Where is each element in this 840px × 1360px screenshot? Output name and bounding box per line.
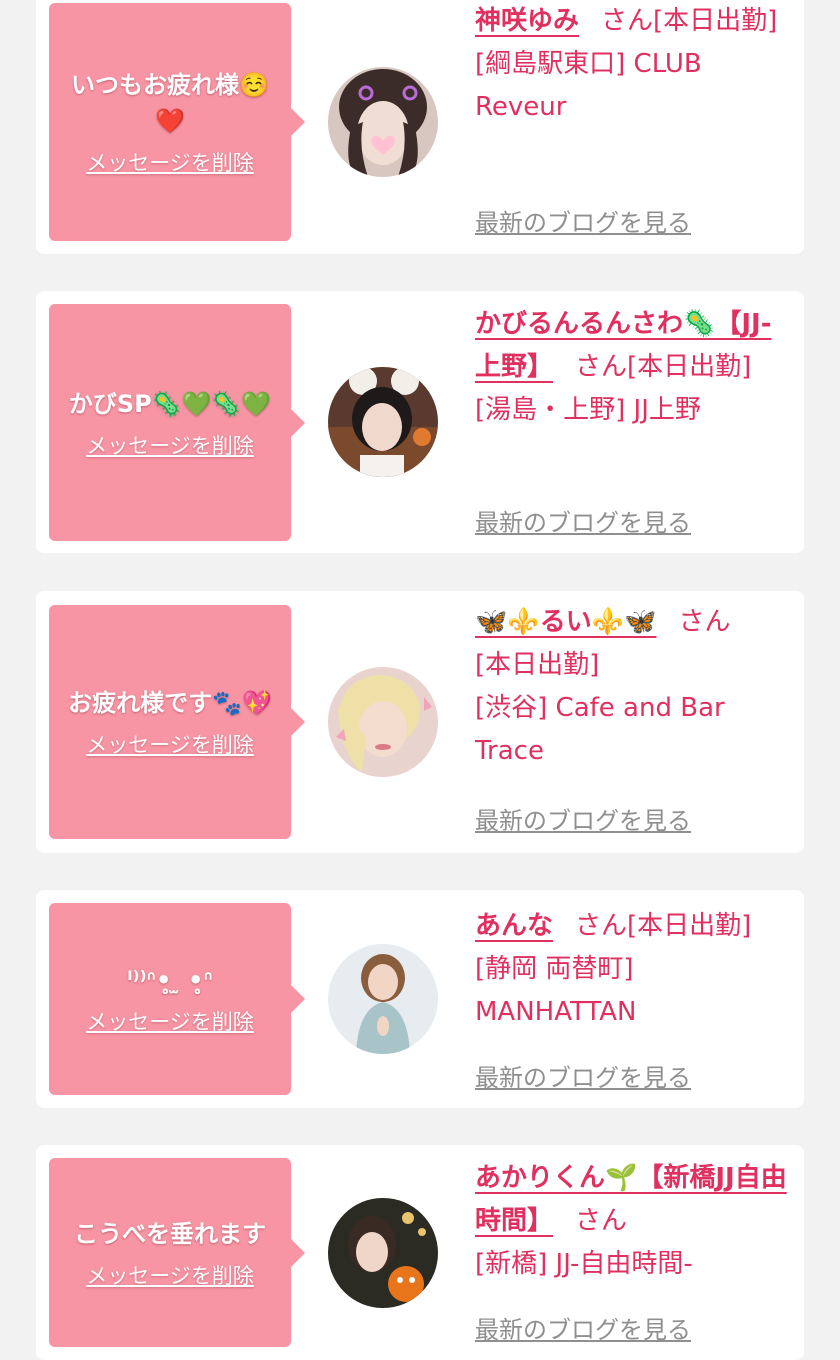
message-card: ᑊ⁾⁾ᐢ•̥ ̫ •̥ᐢ メッセージを削除 あんな さん[本日出勤] [静岡 両替… — [36, 890, 804, 1108]
cast-info: あんな さん[本日出勤] [静岡 両替町] MANHATTAN — [475, 905, 793, 1034]
message-card: かびSP🦠💚🦠💚 メッセージを削除 かびるんるんさわ🦠【JJ-上野】 さん[本日出… — [36, 291, 804, 553]
cast-name-link[interactable]: あんな — [475, 911, 553, 941]
shop-location: [綱島駅東口] CLUB Reveur — [475, 49, 702, 122]
latest-blog-link[interactable]: 最新のブログを見る — [475, 503, 691, 538]
avatar[interactable] — [328, 67, 438, 177]
shop-location: [静岡 両替町] MANHATTAN — [475, 954, 637, 1027]
delete-message-link[interactable]: メッセージを削除 — [86, 729, 254, 759]
message-text: こうべを垂れます — [74, 1219, 266, 1248]
work-status: [本日出勤] — [627, 352, 752, 382]
honorific: さん — [575, 352, 628, 382]
cast-info: 🦋⚜️るい⚜️🦋 さん [本日出勤] [渋谷] Cafe and Bar Trac… — [475, 601, 793, 773]
latest-blog-link[interactable]: 最新のブログを見る — [475, 801, 691, 836]
delete-message-link[interactable]: メッセージを削除 — [86, 1006, 254, 1036]
shop-location: [渋谷] Cafe and Bar Trace — [475, 693, 725, 766]
work-status: [本日出勤] — [475, 650, 600, 680]
latest-blog-link[interactable]: 最新のブログを見る — [475, 1058, 691, 1093]
message-text: ᑊ⁾⁾ᐢ•̥ ̫ •̥ᐢ — [127, 966, 213, 994]
cast-info: 神咲ゆみ さん[本日出勤] [綱島駅東口] CLUB Reveur — [475, 0, 793, 129]
message-text: いつもお疲れ様☺️❤️ — [71, 71, 269, 135]
message-card: いつもお疲れ様☺️❤️ メッセージを削除 神咲ゆみ さん[本日出勤] [綱島駅東口… — [36, 0, 804, 254]
honorific: さん — [575, 1206, 628, 1236]
message-bubble: こうべを垂れます メッセージを削除 — [49, 1158, 305, 1347]
message-bubble: ᑊ⁾⁾ᐢ•̥ ̫ •̥ᐢ メッセージを削除 — [49, 903, 305, 1095]
cast-name-link[interactable]: 🦋⚜️るい⚜️🦋 — [475, 607, 657, 637]
honorific: さん — [575, 911, 628, 941]
work-status: [本日出勤] — [653, 6, 778, 36]
honorific: さん — [601, 6, 654, 36]
message-card: お疲れ様です🐾💖 メッセージを削除 🦋⚜️るい⚜️🦋 さん [本日出勤] [渋谷]… — [36, 591, 804, 853]
delete-message-link[interactable]: メッセージを削除 — [86, 147, 254, 177]
message-text: かびSP🦠💚🦠💚 — [68, 389, 272, 418]
shop-location: [湯島・上野] JJ上野 — [475, 395, 701, 425]
cast-name-link[interactable]: 神咲ゆみ — [475, 6, 579, 36]
avatar[interactable] — [328, 944, 438, 1054]
delete-message-link[interactable]: メッセージを削除 — [86, 1260, 254, 1290]
cast-info: かびるんるんさわ🦠【JJ-上野】 さん[本日出勤] [湯島・上野] JJ上野 — [475, 303, 793, 432]
message-bubble: お疲れ様です🐾💖 メッセージを削除 — [49, 605, 305, 839]
avatar[interactable] — [328, 667, 438, 777]
cast-name-link[interactable]: あかりくん🌱【新橋JJ自由時間】 — [475, 1163, 787, 1236]
message-text: お疲れ様です🐾💖 — [68, 689, 272, 717]
message-card: こうべを垂れます メッセージを削除 あかりくん🌱【新橋JJ自由時間】 さん [新橋… — [36, 1145, 804, 1360]
cast-info: あかりくん🌱【新橋JJ自由時間】 さん [新橋] JJ-自由時間- — [475, 1157, 793, 1286]
avatar[interactable] — [328, 1198, 438, 1308]
avatar[interactable] — [328, 367, 438, 477]
work-status: [本日出勤] — [627, 911, 752, 941]
honorific: さん — [678, 607, 731, 637]
message-bubble: いつもお疲れ様☺️❤️ メッセージを削除 — [49, 3, 305, 241]
shop-location: [新橋] JJ-自由時間- — [475, 1249, 693, 1279]
latest-blog-link[interactable]: 最新のブログを見る — [475, 203, 691, 238]
latest-blog-link[interactable]: 最新のブログを見る — [475, 1310, 691, 1345]
message-bubble: かびSP🦠💚🦠💚 メッセージを削除 — [49, 304, 305, 541]
delete-message-link[interactable]: メッセージを削除 — [86, 430, 254, 460]
